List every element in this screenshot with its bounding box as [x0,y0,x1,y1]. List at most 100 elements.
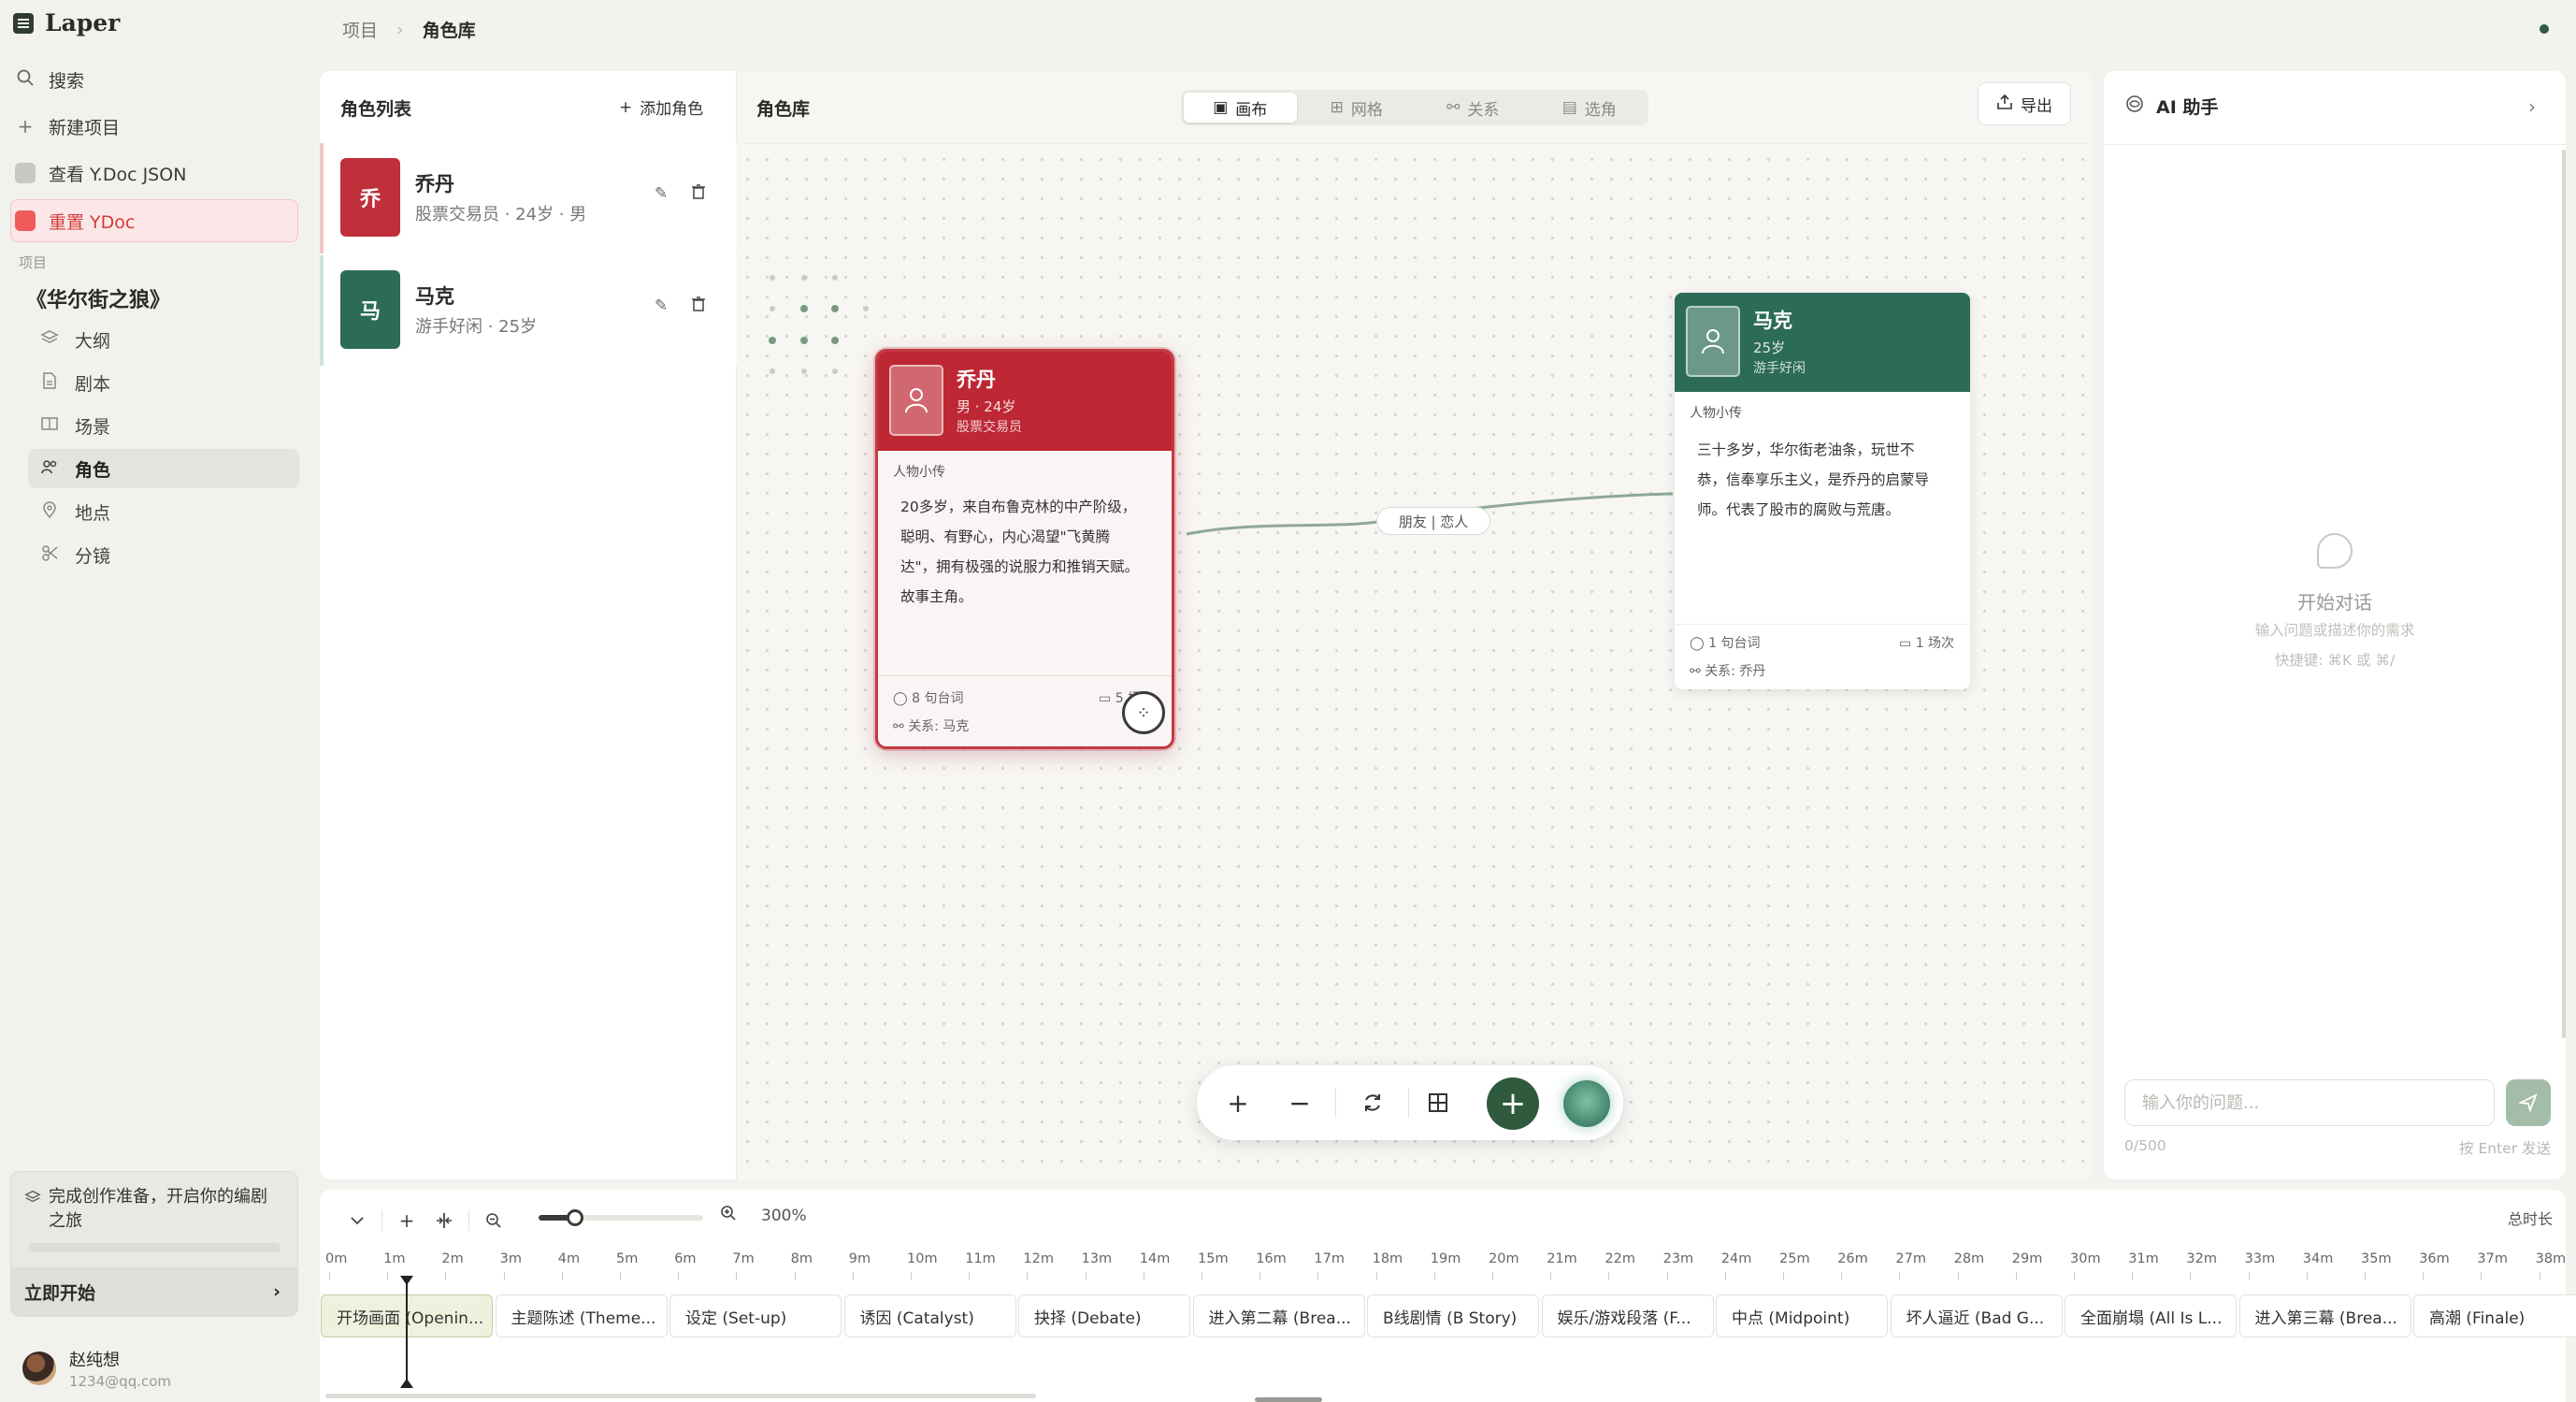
timeline-panel: + 300% 总时长 0m 1m 2m 3m 4m 5m 6m 7m 8m 9m 10m 11m 12m… [320,1190,2576,1402]
beat-block[interactable]: 进入第二幕 (Brea... [1192,1294,1365,1337]
tick-mark [387,1272,389,1279]
character-card-mark[interactable]: 马克 25岁 游手好闲 人物小传 三十多岁，华尔街老油条，玩世不 恭，信奉享乐主… [1675,293,1970,689]
sidebar-item-script[interactable]: 剧本 [28,363,299,402]
layers-icon [24,1189,41,1210]
enter-hint: 按 Enter 发送 [2459,1140,2551,1157]
tick-mark [852,1272,854,1279]
char-count: 0/500 [2124,1137,2166,1154]
zoom-slider-knob[interactable] [567,1209,583,1226]
zoom-in-button[interactable]: + [1219,1084,1257,1121]
edit-icon[interactable]: ✎ [655,296,668,315]
tick-mark [1375,1272,1377,1279]
collapse-chevron-icon[interactable] [338,1207,376,1235]
sidebar-item-outline[interactable]: 大纲 [28,320,299,359]
ai-scrollbar[interactable] [2562,150,2566,1038]
lines-count: ◯ 1 句台词 [1690,636,1761,651]
search-button[interactable]: 搜索 [15,60,84,99]
card-job: 游手好闲 [1753,361,1806,376]
tick-label: 30m [2070,1251,2101,1266]
beat-block[interactable]: 全面崩塌 (All Is L... [2065,1294,2237,1337]
layout-grid-icon[interactable] [1419,1084,1457,1121]
tick-label: 33m [2244,1251,2276,1266]
tick-mark [2190,1272,2192,1279]
tick-mark [1724,1272,1726,1279]
add-beat-button[interactable]: + [388,1207,425,1235]
reset-ydoc-button[interactable]: 重置 YDoc [15,201,135,240]
breadcrumb-root[interactable]: 项目 [342,17,378,42]
view-ydoc-button[interactable]: 查看 Y.Doc JSON [15,153,186,193]
chevron-right-icon[interactable]: › [2528,95,2536,118]
canvas-panel[interactable]: 角色库 ▣ 画布 ⊞ 网格 ⚯ 关系 ▤ 选角 导出 朋友 | 恋人 乔丹 男 … [738,71,2092,1179]
beat-block[interactable]: 诱因 (Catalyst) [843,1294,1016,1337]
onboarding-card: 完成创作准备，开启你的编剧之旅 立即开始 › [10,1171,298,1317]
tick-label: 16m [1256,1251,1287,1266]
resize-handle[interactable] [1255,1397,1322,1402]
tick-mark [1259,1272,1261,1279]
project-title[interactable]: 《华尔街之狼》 [26,283,170,313]
drag-handle-icon[interactable]: ⁘ [1122,691,1165,734]
list-item[interactable]: 乔 乔丹 股票交易员 · 24岁 · 男 ✎ [320,143,737,253]
sidebar-item-label: 场景 [75,416,111,438]
sidebar-item-locations[interactable]: 地点 [28,492,299,531]
start-now-button[interactable]: 立即开始 › [11,1267,297,1316]
refresh-icon[interactable] [1354,1084,1391,1121]
playhead[interactable] [400,1276,413,1388]
beat-block[interactable]: 娱乐/游戏段落 (F... [1541,1294,1714,1337]
sidebar-item-label: 大纲 [75,330,111,352]
sidebar-item-label: 角色 [75,459,111,481]
sidebar-item-storyboard[interactable]: 分镜 [28,535,299,574]
beat-block[interactable]: B线剧情 (B Story) [1367,1294,1539,1337]
beat-block[interactable]: 进入第三幕 (Brea... [2238,1294,2411,1337]
character-name: 马克 [415,285,454,308]
timeline-scrollbar[interactable] [325,1394,1036,1398]
tick-mark [2015,1272,2017,1279]
tick-mark [1492,1272,1493,1279]
beat-block[interactable]: 坏人逼近 (Bad G... [1890,1294,2063,1337]
split-icon[interactable] [425,1207,463,1235]
tick-label: 1m [383,1251,406,1266]
zoom-out-icon[interactable] [475,1207,512,1235]
tick-mark [1550,1272,1552,1279]
trash-icon[interactable] [692,296,705,316]
beat-block[interactable]: 抉择 (Debate) [1018,1294,1190,1337]
beat-block[interactable]: 主题陈述 (Theme... [495,1294,668,1337]
bio-label: 人物小传 [1690,406,1742,421]
zoom-out-button[interactable]: − [1281,1084,1318,1121]
user-profile[interactable]: 赵纯想 1234@qq.com [22,1347,171,1390]
tick-label: 0m [325,1251,348,1266]
tick-mark [794,1272,796,1279]
ai-orb-button[interactable] [1563,1080,1610,1127]
timeline-ruler[interactable]: 0m 1m 2m 3m 4m 5m 6m 7m 8m 9m 10m 11m 12m 13m 14m 15m 16… [320,1251,2566,1279]
zoom-in-icon[interactable] [720,1205,737,1225]
add-character-button[interactable]: + 添加角色 [619,95,703,120]
list-item[interactable]: 马 马克 游手好闲 · 25岁 ✎ [320,255,737,366]
beat-block[interactable]: 高潮 (Finale) [2413,1294,2576,1337]
edit-icon[interactable]: ✎ [655,184,668,203]
sidebar-item-scenes[interactable]: 场景 [28,406,299,445]
ai-question-input[interactable] [2124,1079,2495,1126]
relation-label[interactable]: 朋友 | 恋人 [1376,507,1490,535]
tick-mark [969,1272,971,1279]
selection-stripe [320,143,324,253]
character-card-jordan[interactable]: 乔丹 男 · 24岁 股票交易员 人物小传 20多岁，来自布鲁克林的中产阶级， … [875,349,1174,749]
add-node-button[interactable]: + [1487,1077,1539,1130]
beat-block[interactable]: 中点 (Midpoint) [1716,1294,1888,1337]
tick-label: 12m [1023,1251,1054,1266]
tick-mark [1841,1272,1843,1279]
tick-mark [911,1272,912,1279]
zoom-slider[interactable] [539,1215,703,1221]
send-button[interactable] [2506,1079,2551,1126]
selection-stripe [320,255,324,366]
tick-label: 8m [790,1251,813,1266]
sidebar-item-characters[interactable]: 角色 [28,449,299,488]
trash-icon[interactable] [692,184,705,204]
sidebar-item-label: 剧本 [75,373,111,395]
tick-mark [2481,1272,2482,1279]
status-dot [2540,24,2549,34]
ai-assistant-panel: AI 助手 › 开始对话 输入问题或描述你的需求 快捷键: ⌘K 或 ⌘/ 0/… [2104,71,2566,1179]
new-project-button[interactable]: + 新建项目 [15,107,120,146]
app-logo[interactable]: Laper [13,9,120,36]
tick-label: 27m [1895,1251,1926,1266]
card-header: 马克 25岁 游手好闲 [1675,293,1970,392]
beat-block[interactable]: 设定 (Set-up) [669,1294,842,1337]
